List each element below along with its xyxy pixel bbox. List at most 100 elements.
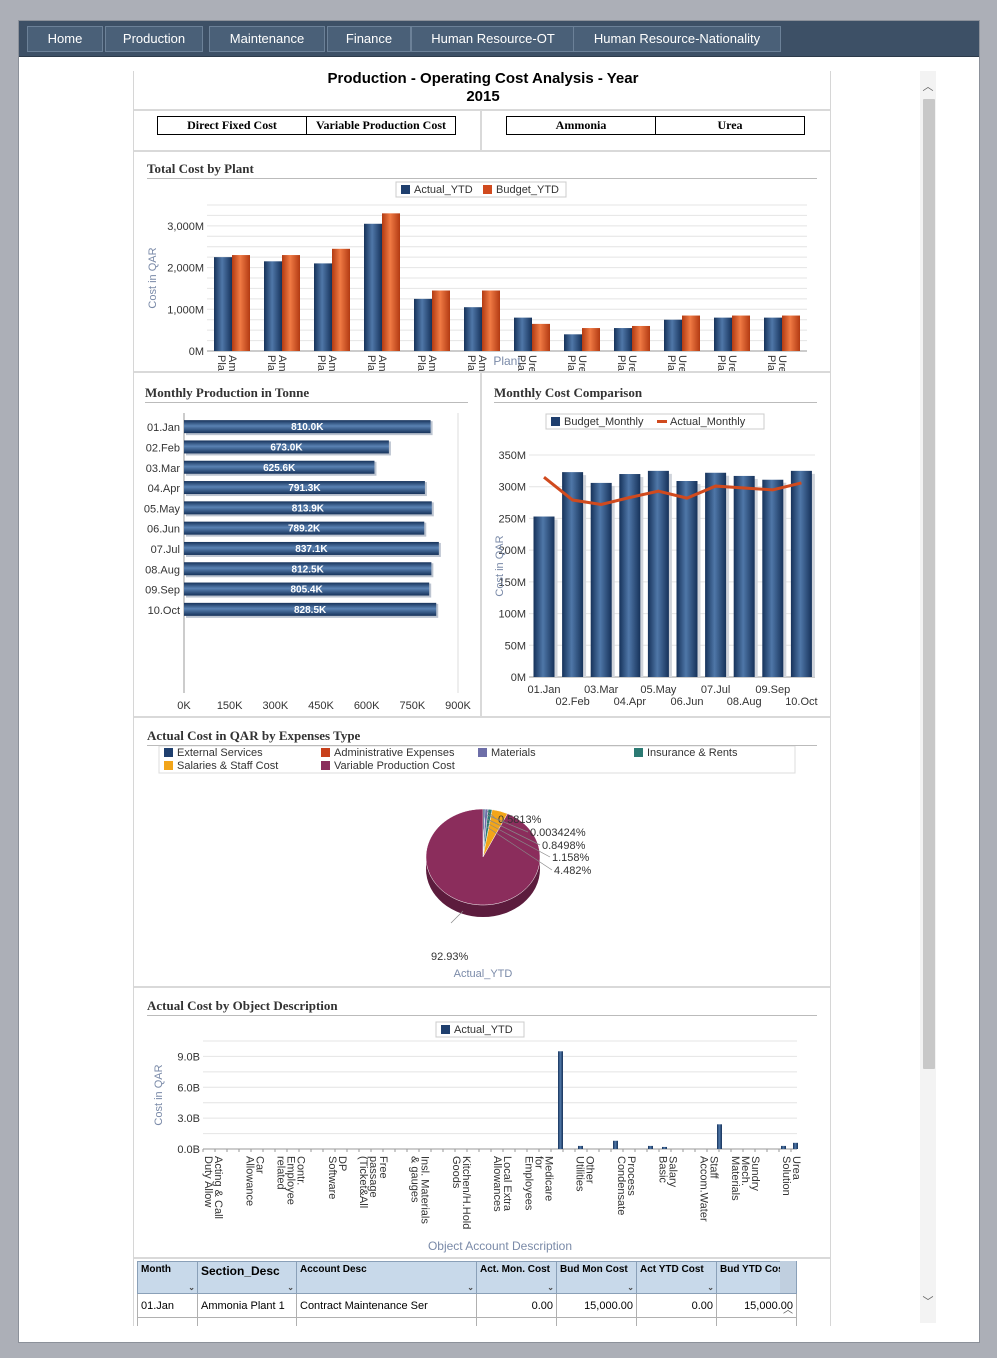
col-header-account-desc[interactable]: Account Desc ⌄ (296, 1261, 477, 1294)
bar-budget-monthly-04-apr[interactable] (619, 474, 641, 677)
bar-actual-ytd-0[interactable] (558, 1051, 563, 1149)
bar-budget-monthly-06-jun[interactable] (676, 481, 698, 677)
chart-legend: Budget_Monthly Actual_Monthly (545, 413, 765, 430)
legend-label: Actual_YTD (454, 1024, 513, 1036)
x-tick-label: 10.Oct (785, 696, 817, 708)
bar-budget-ytd-ammonia-plant-2[interactable] (282, 255, 300, 351)
bar-actual-ytd-4[interactable] (662, 1146, 667, 1149)
table-scroll-up-icon[interactable]: ︿ (780, 1301, 796, 1317)
page-scrollbar-thumb[interactable] (923, 99, 935, 1069)
bar-budget-monthly-07-jul[interactable] (705, 472, 727, 677)
filter-ammonia[interactable]: Ammonia (506, 116, 656, 135)
bar-actual-ytd-ammonia-plant-3[interactable] (314, 263, 332, 351)
bar-actual-ytd-2[interactable] (613, 1140, 618, 1149)
table-cell: 0.00 (476, 1293, 557, 1318)
filter-direct-fixed-cost[interactable]: Direct Fixed Cost (157, 116, 307, 135)
bar-budget-ytd-ammonia-plant-4[interactable] (382, 213, 400, 351)
table-header-scroll-spacer (780, 1261, 796, 1293)
sort-dropdown-icon[interactable]: ⌄ (627, 1283, 634, 1292)
col-header-act-mon-cost[interactable]: Act. Mon. Cost ⌄ (476, 1261, 557, 1294)
nav-tab-human-resource-ot[interactable]: Human Resource-OT (411, 26, 575, 52)
bar-budget-monthly-03-mar[interactable] (590, 482, 612, 677)
sort-dropdown-icon[interactable]: ⌄ (707, 1283, 714, 1292)
col-header-bud-mon-cost[interactable]: Bud Mon Cost ⌄ (556, 1261, 637, 1294)
bar-budget-ytd-ammonia-plant-3[interactable] (332, 248, 350, 351)
legend-label: Actual_YTD (414, 184, 473, 196)
bar-budget-monthly-02-feb[interactable] (562, 472, 584, 677)
pie-data-label: 0.8498% (542, 840, 586, 852)
bar-budget-monthly-10-oct[interactable] (790, 470, 812, 677)
bar-budget-ytd-urea-plant-3[interactable] (632, 325, 650, 351)
x-axis-title: Object Account Description (428, 1239, 572, 1253)
table-cell (556, 1317, 637, 1326)
bar-budget-ytd-urea-plant-1[interactable] (532, 323, 550, 351)
bar-actual-ytd-urea-plant-5[interactable] (714, 317, 732, 351)
nav-tab-finance[interactable]: Finance (327, 26, 411, 52)
report-content: Production - Operating Cost Analysis - Y… (133, 71, 831, 1326)
bar-actual-ytd-ammonia-plant-6[interactable] (464, 307, 482, 351)
sort-dropdown-icon[interactable]: ⌄ (467, 1283, 474, 1292)
col-header-section-desc[interactable]: Section_Desc ⌄ (197, 1261, 297, 1294)
bar-actual-ytd-1[interactable] (578, 1145, 583, 1149)
legend-swatch-materials (478, 748, 487, 757)
col-header-month[interactable]: Month ⌄ (137, 1261, 198, 1294)
bar-budget-monthly-05-may[interactable] (647, 470, 669, 677)
bar-actual-ytd-3[interactable] (648, 1145, 653, 1149)
bar-actual-ytd-urea-plant-4[interactable] (664, 319, 682, 351)
bar-actual-ytd-7[interactable] (793, 1142, 798, 1149)
x-tick-label: Local ExtraAllowances (491, 1156, 513, 1212)
bar-data-label: 828.5K (294, 605, 327, 616)
sort-dropdown-icon[interactable]: ⌄ (287, 1283, 294, 1292)
table-cell (296, 1317, 477, 1326)
bar-actual-ytd-urea-plant-1[interactable] (514, 317, 532, 351)
sort-dropdown-icon[interactable]: ⌄ (188, 1283, 195, 1292)
y-tick-label: 2,000M (167, 263, 204, 275)
nav-tab-human-resource-nationality[interactable]: Human Resource-Nationality (573, 26, 781, 52)
total-cost-chart: Actual_YTD Budget_YTD 0M 1,000M 2,000M 3,000M… (147, 181, 807, 371)
filter-variable-production-cost[interactable]: Variable Production Cost (306, 116, 456, 135)
bar-budget-monthly-09-sep[interactable] (762, 479, 784, 677)
bar-budget-ytd-ammonia-plant-1[interactable] (232, 255, 250, 351)
bar-budget-monthly-01-jan[interactable] (533, 516, 555, 677)
bar-budget-ytd-urea-plant-6[interactable] (782, 315, 800, 351)
bar-actual-ytd-urea-plant-3[interactable] (614, 328, 632, 351)
legend-swatch (657, 420, 667, 423)
bar-actual-ytd-urea-plant-2[interactable] (564, 334, 582, 351)
nav-tab-home[interactable]: Home (27, 26, 103, 52)
x-tick-label: 600K (354, 700, 380, 712)
table-row[interactable]: 01.Jan Ammonia Plant 1 Contract Maintenanc… (137, 1293, 797, 1318)
bar-actual-ytd-ammonia-plant-5[interactable] (414, 298, 432, 351)
bar-budget-ytd-urea-plant-5[interactable] (732, 315, 750, 351)
x-tick-label: OtherUtilities (574, 1156, 596, 1192)
sort-dropdown-icon[interactable]: ⌄ (547, 1283, 554, 1292)
nav-tab-production[interactable]: Production (105, 26, 203, 52)
bar-data-label: 789.2K (288, 524, 321, 535)
bar-actual-ytd-ammonia-plant-2[interactable] (264, 261, 282, 351)
chart-legend: Actual_YTD Budget_YTD (395, 181, 567, 198)
scroll-up-icon[interactable]: ︿ (920, 79, 936, 95)
bar-actual-ytd-urea-plant-6[interactable] (764, 317, 782, 351)
table-cell: 15,000.00 (556, 1293, 637, 1318)
bar-actual-ytd-ammonia-plant-4[interactable] (364, 223, 382, 351)
y-tick-label: 0.0B (177, 1144, 200, 1156)
bar-actual-ytd-ammonia-plant-1[interactable] (214, 257, 232, 351)
x-tick-label: Plant 5 (415, 355, 427, 371)
bar-budget-ytd-urea-plant-4[interactable] (682, 315, 700, 351)
bar-budget-monthly-08-aug[interactable] (733, 475, 755, 677)
bar-actual-ytd-5[interactable] (717, 1124, 722, 1149)
nav-tab-maintenance[interactable]: Maintenance (209, 26, 325, 52)
scroll-down-icon[interactable]: ﹀ (920, 1294, 936, 1310)
svg-text:Employees: Employees (522, 1156, 534, 1211)
col-header-act-ytd-cost[interactable]: Act YTD Cost ⌄ (636, 1261, 717, 1294)
svg-text:(Ticket&All: (Ticket&All (357, 1156, 369, 1208)
bar-data-label: 810.0K (291, 422, 324, 433)
x-tick-label: Plant 5 (715, 355, 727, 371)
svg-text:& gauges: & gauges (408, 1156, 420, 1203)
cost-detail-table: Month ⌄ Section_Desc ⌄ Account Desc ⌄ Act. Mon… (137, 1261, 797, 1326)
chart-legend: External Services Administrative Expenses… (158, 746, 796, 774)
bar-budget-ytd-ammonia-plant-6[interactable] (482, 290, 500, 351)
bar-budget-ytd-ammonia-plant-5[interactable] (432, 290, 450, 351)
bar-actual-ytd-6[interactable] (781, 1145, 786, 1149)
filter-urea[interactable]: Urea (655, 116, 805, 135)
bar-budget-ytd-urea-plant-2[interactable] (582, 328, 600, 351)
